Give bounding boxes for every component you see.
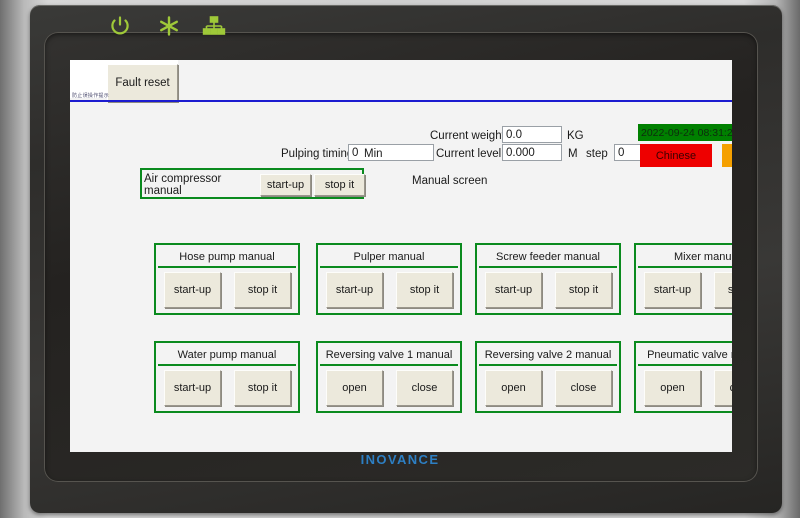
panel-reversing-valve-1: Reversing valve 1 manual open close [316, 341, 462, 413]
header-divider [70, 100, 732, 102]
ethernet-icon [202, 14, 226, 38]
step-label: step [586, 148, 608, 160]
panel-button-secondary[interactable]: close [714, 370, 732, 406]
status-led-row [100, 14, 230, 40]
hmi-screen: Fault reset 防止误操作提示 Pulping timing 0 Min… [70, 60, 732, 452]
panel-button-primary[interactable]: open [644, 370, 701, 406]
current-weight-unit: KG [567, 130, 584, 142]
panel-button-primary[interactable]: start-up [326, 272, 383, 308]
language-english-button[interactable]: english [722, 144, 732, 167]
air-compressor-panel: Air compressor manual start-up stop it [140, 168, 365, 199]
panel-pulper: Pulper manual start-up stop it [316, 243, 462, 315]
page-title: Manual screen [412, 175, 488, 187]
panel-title: Hose pump manual [158, 247, 296, 266]
panel-button-secondary[interactable]: stop it [396, 272, 453, 308]
panel-pneumatic-valve: Pneumatic valve manual open close [634, 341, 732, 413]
panel-title: Screw feeder manual [479, 247, 617, 266]
panel-title: Mixer manual [638, 247, 732, 266]
current-level-label: Current level [436, 148, 502, 160]
panel-title: Reversing valve 1 manual [320, 345, 458, 364]
panel-button-secondary[interactable]: stop it [234, 370, 291, 406]
panel-title: Pneumatic valve manual [638, 345, 732, 364]
panel-button-secondary[interactable]: stop it [555, 272, 612, 308]
power-icon [108, 14, 132, 38]
panel-reversing-valve-2: Reversing valve 2 manual open close [475, 341, 621, 413]
header-bar: Fault reset 防止误操作提示 [70, 60, 732, 106]
panel-button-primary[interactable]: start-up [644, 272, 701, 308]
air-compressor-start-button[interactable]: start-up [260, 174, 311, 196]
current-weight-label: Current weight [430, 130, 505, 142]
panel-button-primary[interactable]: start-up [164, 370, 221, 406]
current-level-unit: M [568, 148, 578, 160]
panel-title: Reversing valve 2 manual [479, 345, 617, 364]
panel-title-divider [320, 364, 458, 366]
air-compressor-stop-button[interactable]: stop it [314, 174, 365, 196]
panel-title-divider [479, 266, 617, 268]
panel-screw-feeder: Screw feeder manual start-up stop it [475, 243, 621, 315]
panel-title-divider [638, 364, 732, 366]
pulping-timing-unit: Min [364, 148, 383, 160]
panel-button-secondary[interactable]: stop it [234, 272, 291, 308]
panel-title-divider [320, 266, 458, 268]
asterisk-icon [157, 14, 181, 38]
air-compressor-title: Air compressor manual [144, 172, 257, 197]
panel-mixer: Mixer manual start-up stop it [634, 243, 732, 315]
header-note-text: 防止误操作提示 [72, 93, 110, 99]
panel-button-primary[interactable]: open [485, 370, 542, 406]
panel-button-secondary[interactable]: stop it [714, 272, 732, 308]
panel-title: Pulper manual [320, 247, 458, 266]
pulping-timing-label: Pulping timing [281, 148, 354, 160]
language-chinese-button[interactable]: Chinese [640, 144, 712, 167]
current-level-value[interactable]: 0.000 [502, 144, 562, 161]
brand-logo: INOVANCE [360, 452, 440, 467]
panel-title-divider [638, 266, 732, 268]
panel-title-divider [158, 266, 296, 268]
panel-title: Water pump manual [158, 345, 296, 364]
current-weight-value[interactable]: 0.0 [502, 126, 562, 143]
panel-hose-pump: Hose pump manual start-up stop it [154, 243, 300, 315]
pulping-timing-input[interactable]: 0 [348, 144, 434, 161]
panel-button-secondary[interactable]: close [396, 370, 453, 406]
panel-button-primary[interactable]: start-up [485, 272, 542, 308]
panel-title-divider [158, 364, 296, 366]
panel-button-primary[interactable]: start-up [164, 272, 221, 308]
hmi-device: INOVANCE Fault reset 防止误操作提示 Pulping tim… [0, 0, 800, 518]
panel-button-secondary[interactable]: close [555, 370, 612, 406]
panel-button-primary[interactable]: open [326, 370, 383, 406]
panel-title-divider [479, 364, 617, 366]
panel-water-pump: Water pump manual start-up stop it [154, 341, 300, 413]
datetime-display: 2022-09-24 08:31:25 [638, 124, 732, 141]
